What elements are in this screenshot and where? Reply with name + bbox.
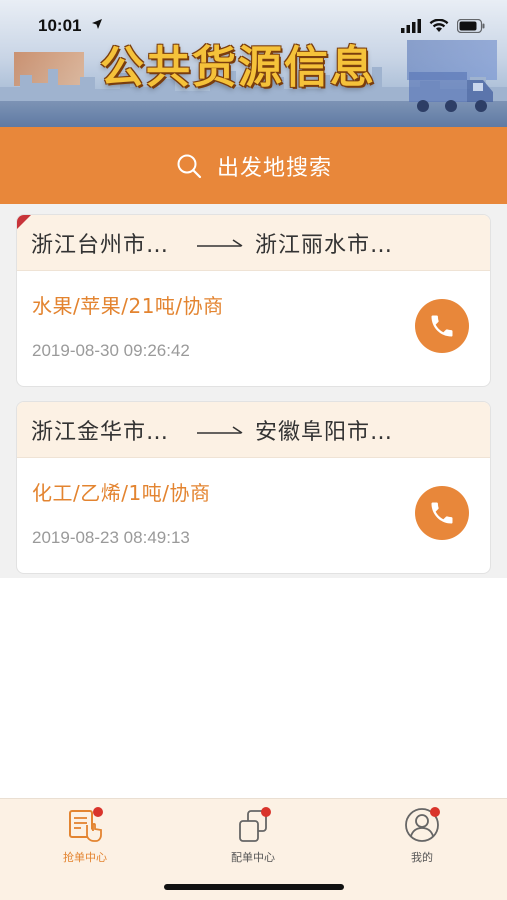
tab-profile[interactable]: 我的 <box>367 805 477 869</box>
profile-icon <box>402 805 442 845</box>
route-destination: 安徽阜阳市… <box>255 419 394 445</box>
cargo-card[interactable]: 浙江台州市… 浙江丽水市… 水果/苹果/21吨/协商 2019-08-30 09… <box>16 214 491 387</box>
status-bar: 10:01 <box>0 0 507 48</box>
call-button[interactable] <box>415 486 469 540</box>
notification-badge <box>93 807 103 817</box>
phone-icon <box>431 502 453 524</box>
status-time: 10:01 <box>38 16 82 35</box>
tab-label: 抢单中心 <box>63 851 107 864</box>
route-arrow-icon <box>197 425 243 434</box>
cargo-info: 化工/乙烯/1吨/协商 <box>32 481 211 505</box>
battery-icon <box>457 19 485 33</box>
post-time: 2019-08-23 08:49:13 <box>32 528 190 547</box>
origin-search-bar[interactable]: 出发地搜索 <box>0 127 507 204</box>
cellular-signal-icon <box>401 19 421 33</box>
truck-icon <box>409 72 493 112</box>
tab-label: 我的 <box>411 851 433 864</box>
route-origin: 浙江金华市… <box>31 419 170 445</box>
route-header: 浙江台州市… 浙江丽水市… <box>17 215 490 271</box>
phone-icon <box>431 315 453 337</box>
search-label: 出发地搜索 <box>216 155 332 181</box>
tab-grab-order[interactable]: 抢单中心 <box>30 805 140 869</box>
app-screen: 公共货源信息 10:01 出发地搜索 浙江台州市… 浙江丽水市… 水果/苹果/2… <box>0 0 507 900</box>
post-time: 2019-08-30 09:26:42 <box>32 341 190 360</box>
tab-dispatch-order[interactable]: 配单中心 <box>198 805 308 869</box>
home-indicator[interactable] <box>164 884 344 890</box>
grab-order-icon <box>65 805 105 845</box>
tab-label: 配单中心 <box>231 851 275 864</box>
call-button[interactable] <box>415 299 469 353</box>
cargo-list: 浙江台州市… 浙江丽水市… 水果/苹果/21吨/协商 2019-08-30 09… <box>0 204 507 578</box>
banner-title: 公共货源信息 <box>100 42 376 93</box>
wifi-icon <box>429 19 449 32</box>
search-icon <box>177 154 202 178</box>
location-arrow-icon <box>92 19 102 29</box>
route-destination: 浙江丽水市… <box>255 232 394 258</box>
cargo-info: 水果/苹果/21吨/协商 <box>32 294 224 318</box>
cargo-card[interactable]: 浙江金华市… 安徽阜阳市… 化工/乙烯/1吨/协商 2019-08-23 08:… <box>16 401 491 574</box>
new-flag-icon <box>17 215 31 229</box>
notification-badge <box>430 807 440 817</box>
route-origin: 浙江台州市… <box>31 232 170 258</box>
route-header: 浙江金华市… 安徽阜阳市… <box>17 402 490 458</box>
notification-badge <box>261 807 271 817</box>
route-arrow-icon <box>197 238 243 247</box>
dispatch-order-icon <box>233 805 273 845</box>
